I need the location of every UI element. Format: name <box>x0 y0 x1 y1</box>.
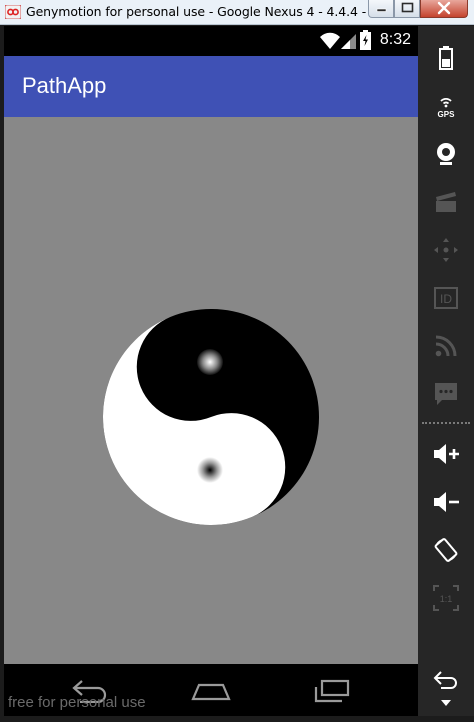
toolbar-separator <box>422 422 470 424</box>
capture-icon <box>436 192 456 212</box>
webcam-icon <box>437 143 455 165</box>
rss-icon <box>435 335 457 357</box>
genymotion-toolbar: GPS ID 1:1 <box>418 26 474 716</box>
minimize-button[interactable] <box>368 0 394 18</box>
app-title: PathApp <box>22 73 107 98</box>
back-icon <box>433 671 457 689</box>
status-bar: 8:32 <box>4 26 418 56</box>
window-title: Genymotion for personal use - Google Nex… <box>26 4 382 19</box>
sms-tool[interactable] <box>418 374 474 414</box>
window-title-bar: Genymotion for personal use - Google Nex… <box>0 0 474 25</box>
watermark-text: free for personal use <box>8 694 146 711</box>
id-icon: ID <box>434 287 458 309</box>
yang-dot <box>197 349 223 375</box>
sms-icon <box>435 383 457 405</box>
pixel-perfect-tool[interactable]: 1:1 <box>418 578 474 618</box>
close-button[interactable] <box>420 0 468 18</box>
webcam-tool[interactable] <box>418 134 474 174</box>
rotate-tool[interactable] <box>418 530 474 570</box>
volume-down-tool[interactable] <box>418 482 474 522</box>
close-icon <box>437 1 451 15</box>
rotate-icon <box>434 538 458 562</box>
recent-apps-icon[interactable] <box>312 677 352 703</box>
device-screen: 8:32 PathApp <box>4 26 418 716</box>
remote-control-tool[interactable] <box>418 230 474 270</box>
gps-icon: GPS <box>438 98 456 119</box>
menu-icon <box>441 700 451 706</box>
rss-tool[interactable] <box>418 326 474 366</box>
svg-text:1:1: 1:1 <box>440 594 453 604</box>
genymotion-logo-icon <box>5 5 21 19</box>
content-area <box>4 117 418 664</box>
volume-up-tool[interactable] <box>418 434 474 474</box>
maximize-button[interactable] <box>394 0 420 18</box>
wifi-icon <box>320 32 340 49</box>
toolbar-menu-tool[interactable] <box>418 690 474 716</box>
gps-tool[interactable]: GPS <box>418 86 474 126</box>
home-icon[interactable] <box>190 677 232 703</box>
signal-icon <box>341 34 356 49</box>
volume-down-icon <box>434 492 459 512</box>
app-bar: PathApp <box>4 56 418 117</box>
battery-status-icon <box>360 30 371 50</box>
battery-icon <box>439 46 453 70</box>
volume-up-icon <box>434 444 459 464</box>
svg-text:GPS: GPS <box>438 110 456 119</box>
status-time: 8:32 <box>379 31 411 48</box>
remote-control-icon <box>434 238 458 262</box>
capture-tool[interactable] <box>418 182 474 222</box>
yin-dot <box>197 457 223 483</box>
id-tool[interactable]: ID <box>418 278 474 318</box>
yin-yang-icon <box>103 309 319 525</box>
pixel-perfect-icon: 1:1 <box>433 585 459 611</box>
battery-tool[interactable] <box>418 38 474 78</box>
svg-text:ID: ID <box>440 292 452 306</box>
